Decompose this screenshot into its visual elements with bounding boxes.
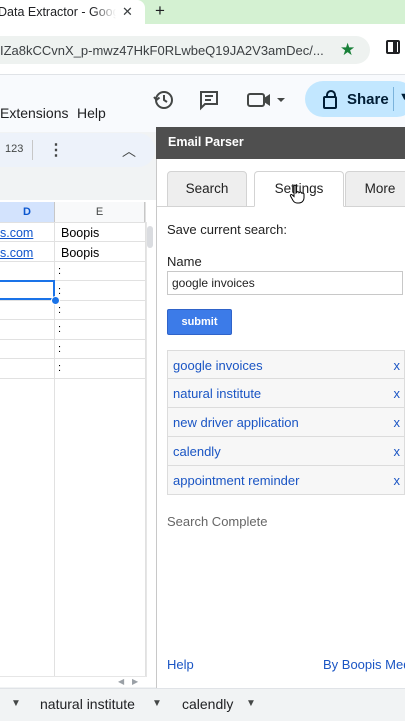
menu-extensions[interactable]: Extensions [0, 105, 68, 121]
fill-handle[interactable] [51, 296, 60, 305]
cell-e-value[interactable]: : [58, 362, 61, 374]
new-tab-button[interactable]: + [155, 1, 165, 21]
browser-tab[interactable]: Data Extractor - Google Sheets ✕ [0, 0, 145, 24]
toolbar-divider [32, 140, 33, 160]
comment-icon[interactable] [197, 88, 221, 112]
saved-search-item[interactable]: natural institute x [167, 379, 405, 408]
menu-help[interactable]: Help [77, 105, 106, 121]
save-search-label: Save current search: [167, 222, 287, 237]
hand-cursor-icon [289, 184, 305, 204]
sheet-tab-menu-icon[interactable]: ▼ [152, 698, 162, 709]
sidebar-title: Email Parser [168, 135, 244, 149]
grid-row-line [0, 222, 145, 223]
number-format-button[interactable]: 123 [5, 143, 23, 155]
remove-search-button[interactable]: x [394, 473, 401, 488]
tab-title: Data Extractor - Google Sheets [0, 5, 116, 19]
name-label: Name [167, 254, 202, 269]
active-cell[interactable] [0, 280, 55, 300]
saved-searches-list: google invoices x natural institute x ne… [167, 350, 405, 495]
column-header-e[interactable]: E [55, 202, 145, 222]
cell-d-link[interactable]: s.com [0, 246, 53, 260]
remove-search-button[interactable]: x [394, 444, 401, 459]
saved-search-link[interactable]: calendly [173, 444, 221, 459]
credit-link[interactable]: By Boopis Media [323, 657, 405, 672]
grid-row-line [0, 358, 145, 359]
side-panel-icon[interactable] [386, 40, 400, 54]
grid-row-line [0, 378, 145, 379]
url-text[interactable]: IZa8kCCvnX_p-mwz47HkF0RLwbeQ19JA2V3amDec… [0, 43, 330, 58]
spreadsheet-grid[interactable] [0, 200, 156, 687]
cell-e-value[interactable]: Boopis [61, 226, 99, 240]
tab-more[interactable]: More [345, 171, 405, 207]
grid-row-line [0, 319, 145, 320]
scrollbar-thumb[interactable] [147, 226, 153, 248]
submit-button[interactable]: submit [167, 309, 232, 335]
meet-icon[interactable] [246, 90, 286, 110]
omnibox[interactable]: IZa8kCCvnX_p-mwz47HkF0RLwbeQ19JA2V3amDec… [0, 36, 370, 64]
grid-row-line [0, 339, 145, 340]
search-name-input[interactable] [167, 271, 403, 295]
search-status-text: Search Complete [167, 514, 268, 529]
saved-search-item[interactable]: new driver application x [167, 408, 405, 437]
saved-search-item[interactable]: calendly x [167, 437, 405, 466]
remove-search-button[interactable]: x [394, 358, 401, 373]
more-vert-icon[interactable]: ⋮ [48, 140, 64, 160]
saved-search-link[interactable]: natural institute [173, 386, 261, 401]
sheet-tab-natural-institute[interactable]: natural institute [40, 696, 135, 712]
share-divider [393, 87, 394, 111]
sheet-tab-menu-icon[interactable]: ▼ [11, 698, 21, 709]
collapse-toolbar-icon[interactable]: ︿ [122, 141, 136, 161]
column-header-d[interactable]: D [0, 202, 55, 222]
remove-search-button[interactable]: x [394, 415, 401, 430]
share-label: Share [347, 90, 389, 108]
cell-e-value[interactable]: : [58, 304, 61, 316]
scroll-right-icon[interactable]: ▶ [132, 677, 138, 686]
scroll-left-icon[interactable]: ◀ [118, 677, 124, 686]
history-icon[interactable] [152, 88, 176, 112]
cell-e-value[interactable]: : [58, 343, 61, 355]
saved-search-item[interactable]: appointment reminder x [167, 466, 405, 495]
saved-search-link[interactable]: google invoices [173, 358, 263, 373]
tab-search[interactable]: Search [167, 171, 247, 207]
chevron-down-icon[interactable]: ▼ [399, 91, 405, 103]
sheet-tab-menu-icon[interactable]: ▼ [246, 698, 256, 709]
grid-row-line [0, 300, 145, 301]
saved-search-item[interactable]: google invoices x [167, 350, 405, 379]
remove-search-button[interactable]: x [394, 386, 401, 401]
help-link[interactable]: Help [167, 657, 194, 672]
bookmark-star-icon[interactable]: ★ [340, 40, 355, 60]
saved-search-link[interactable]: new driver application [173, 415, 299, 430]
cell-e-value[interactable]: : [58, 265, 61, 277]
cell-e-value[interactable]: Boopis [61, 246, 99, 260]
saved-search-link[interactable]: appointment reminder [173, 473, 299, 488]
vertical-scrollbar[interactable] [146, 222, 156, 677]
cell-d-link[interactable]: s.com [0, 226, 53, 240]
cell-e-value[interactable]: : [58, 285, 61, 297]
share-button[interactable]: Share ▼ [305, 81, 405, 117]
grid-row-line [0, 261, 145, 262]
lock-icon [323, 89, 337, 109]
sheet-tab-calendly[interactable]: calendly [182, 696, 233, 712]
tab-close-icon[interactable]: ✕ [122, 4, 133, 20]
cell-e-value[interactable]: : [58, 323, 61, 335]
grid-row-line [0, 241, 145, 242]
